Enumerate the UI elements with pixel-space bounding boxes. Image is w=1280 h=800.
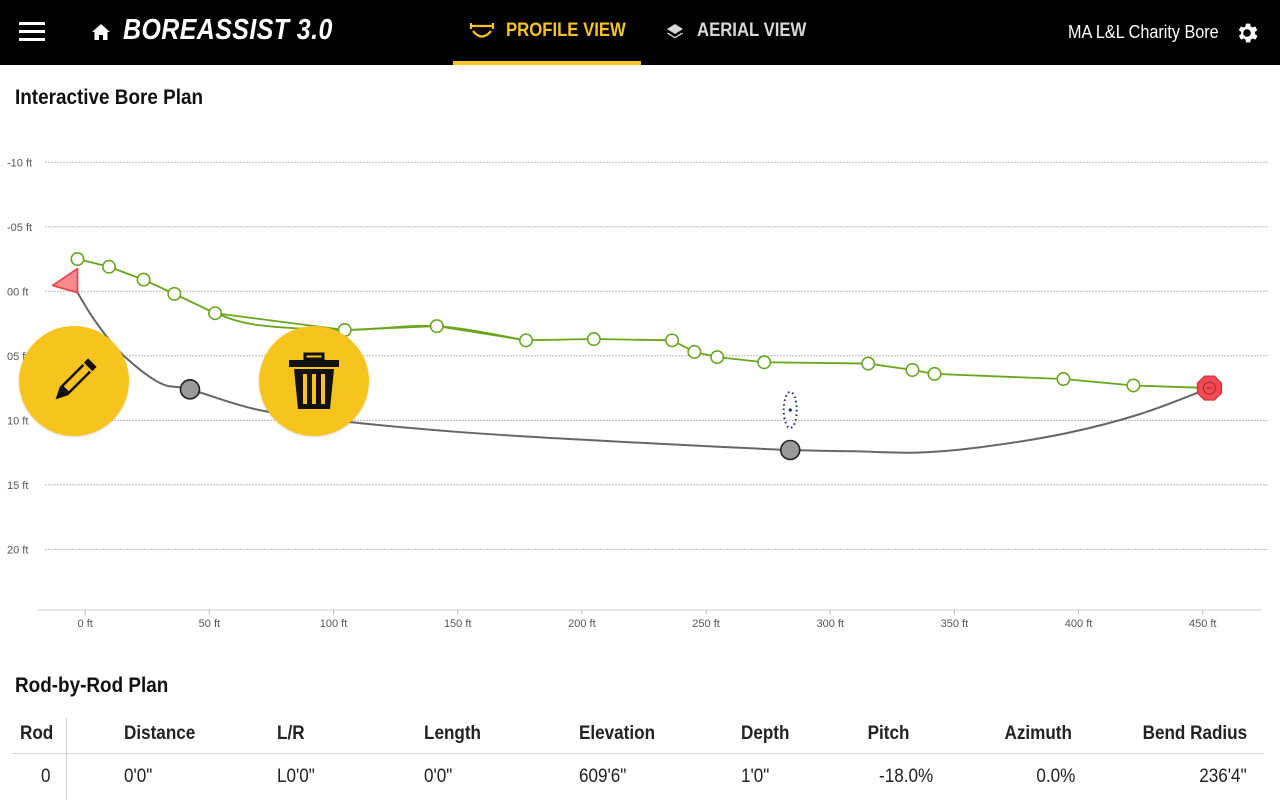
ground-surface-point[interactable] bbox=[429, 319, 444, 334]
ground-surface-curve bbox=[214, 312, 527, 342]
ground-surface-point[interactable] bbox=[1126, 378, 1141, 393]
ground-surface-point[interactable] bbox=[102, 259, 117, 274]
ground-surface-point[interactable] bbox=[665, 333, 680, 348]
ground-surface-point[interactable] bbox=[710, 350, 725, 365]
x-tick-label: 50 ft bbox=[199, 618, 220, 630]
column-header-lr[interactable]: L/R bbox=[277, 723, 305, 745]
cell-depth: 1'0" bbox=[741, 766, 770, 787]
cell-distance: 0'0" bbox=[124, 766, 153, 787]
column-header-depth[interactable]: Depth bbox=[741, 723, 789, 745]
bore-control-point[interactable] bbox=[179, 379, 201, 400]
y-tick-label: 15 ft bbox=[7, 480, 28, 492]
ground-surface-point[interactable] bbox=[1056, 372, 1071, 387]
ground-surface-point[interactable] bbox=[586, 332, 601, 347]
y-tick-label: 20 ft bbox=[7, 544, 28, 556]
x-tick-label: 300 ft bbox=[816, 618, 844, 630]
menu-icon[interactable] bbox=[19, 22, 45, 42]
pencil-icon bbox=[55, 358, 97, 400]
table-column-divider bbox=[66, 718, 67, 800]
y-tick-label: -05 ft bbox=[7, 222, 32, 234]
bore-profile-chart[interactable]: -10 ft-05 ft00 ft05 ft10 ft15 ft20 ft0 f… bbox=[0, 130, 1280, 642]
locator-center bbox=[788, 408, 792, 412]
ground-surface-point[interactable] bbox=[136, 272, 151, 287]
ground-surface-point[interactable] bbox=[208, 306, 223, 321]
y-tick-label: 00 ft bbox=[7, 286, 28, 298]
ground-surface-point[interactable] bbox=[905, 363, 920, 378]
bore-plan-title: Interactive Bore Plan bbox=[15, 86, 204, 109]
x-tick-label: 0 ft bbox=[78, 618, 93, 630]
x-tick-label: 450 ft bbox=[1189, 618, 1217, 630]
column-header-elevation[interactable]: Elevation bbox=[579, 723, 655, 745]
column-header-rod[interactable]: Rod bbox=[20, 723, 53, 745]
table-divider bbox=[12, 753, 1264, 754]
trash-icon bbox=[289, 352, 339, 409]
tab-profile-view[interactable]: PROFILE VIEW bbox=[453, 0, 641, 65]
active-tab-indicator bbox=[453, 61, 641, 65]
ground-surface-point[interactable] bbox=[927, 366, 942, 381]
entry-point-marker[interactable] bbox=[51, 267, 79, 294]
cell-azimuth: 0.0% bbox=[1036, 766, 1075, 787]
tab-profile-label: PROFILE VIEW bbox=[506, 20, 626, 41]
ground-surface-point[interactable] bbox=[70, 252, 85, 267]
bore-control-point[interactable] bbox=[779, 439, 801, 461]
column-header-length[interactable]: Length bbox=[424, 723, 481, 745]
profile-arrows-icon bbox=[469, 23, 495, 38]
gear-icon[interactable] bbox=[1234, 20, 1260, 46]
cell-bend-radius: 236'4" bbox=[1199, 766, 1247, 787]
tab-aerial-label: AERIAL VIEW bbox=[697, 20, 807, 41]
cell-pitch: -18.0% bbox=[878, 766, 933, 787]
column-header-azimuth[interactable]: Azimuth bbox=[1005, 723, 1072, 745]
x-tick-label: 100 ft bbox=[320, 618, 348, 630]
ground-surface-point[interactable] bbox=[861, 356, 876, 371]
cell-rod: 0 bbox=[41, 766, 51, 787]
y-tick-label: 10 ft bbox=[7, 415, 28, 427]
cell-elevation: 609'6" bbox=[579, 766, 627, 787]
layers-icon bbox=[667, 24, 683, 39]
delete-button[interactable] bbox=[259, 326, 369, 436]
ground-surface-point[interactable] bbox=[757, 355, 772, 370]
x-tick-label: 250 ft bbox=[692, 618, 720, 630]
app-header: BOREASSIST 3.0 PROFILE VIEW AERIAL VIEW … bbox=[0, 0, 1280, 65]
x-tick-label: 350 ft bbox=[941, 618, 969, 630]
y-tick-label: -10 ft bbox=[7, 157, 32, 169]
ground-surface-point[interactable] bbox=[519, 333, 534, 348]
rod-plan-title: Rod-by-Rod Plan bbox=[15, 674, 169, 697]
x-tick-label: 200 ft bbox=[568, 618, 596, 630]
home-icon[interactable] bbox=[91, 22, 111, 42]
edit-button[interactable] bbox=[19, 326, 129, 436]
column-header-pitch[interactable]: Pitch bbox=[867, 723, 909, 745]
cell-length: 0'0" bbox=[424, 766, 453, 787]
tab-aerial-view[interactable]: AERIAL VIEW bbox=[660, 0, 820, 65]
column-header-bend-radius[interactable]: Bend Radius bbox=[1142, 723, 1247, 745]
ground-surface-point[interactable] bbox=[167, 286, 182, 301]
x-tick-label: 400 ft bbox=[1065, 618, 1093, 630]
app-title: BOREASSIST 3.0 bbox=[123, 14, 333, 46]
project-name[interactable]: MA L&L Charity Bore bbox=[1068, 22, 1219, 43]
column-header-distance[interactable]: Distance bbox=[124, 723, 195, 745]
x-tick-label: 150 ft bbox=[444, 618, 472, 630]
ground-surface-point[interactable] bbox=[687, 344, 702, 359]
cell-lr: L0'0" bbox=[277, 766, 315, 787]
